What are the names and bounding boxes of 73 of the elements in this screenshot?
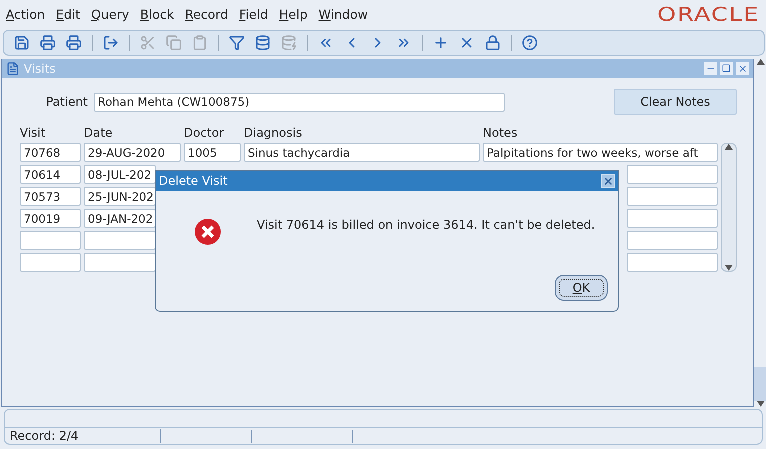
- menu-item[interactable]: Query: [91, 7, 130, 22]
- printer-icon: [40, 35, 56, 51]
- window-title: Visits: [24, 62, 56, 76]
- save-icon: [14, 35, 30, 51]
- table-cell[interactable]: 25-JUN-202: [84, 187, 156, 206]
- exit-icon: [103, 35, 119, 51]
- scroll-up-icon[interactable]: [756, 59, 764, 65]
- logo: ORACLE: [658, 4, 760, 26]
- table-cell[interactable]: Palpitations for two weeks, worse aft: [483, 143, 718, 162]
- table-cell[interactable]: [84, 253, 156, 272]
- clipboard-icon: [192, 35, 208, 51]
- table-cell[interactable]: 1005: [184, 143, 241, 162]
- help-button[interactable]: [520, 33, 540, 53]
- scroll-up-icon[interactable]: [725, 144, 733, 150]
- table-cell[interactable]: 70019: [20, 209, 81, 228]
- close-icon: [738, 64, 748, 74]
- menu-item[interactable]: Field: [239, 7, 268, 22]
- error-message: Visit 70614 is billed on invoice 3614. It can't be deleted.: [257, 218, 596, 232]
- patient-label: Patient: [45, 95, 89, 109]
- table-cell[interactable]: [627, 231, 718, 250]
- column-header: Notes: [483, 126, 519, 140]
- close-button[interactable]: [601, 174, 615, 188]
- error-icon: [194, 218, 222, 246]
- table-cell[interactable]: [20, 231, 81, 250]
- table-cell[interactable]: 08-JUL-202: [84, 165, 156, 184]
- table-cell[interactable]: [627, 187, 718, 206]
- table-cell[interactable]: [627, 165, 718, 184]
- minimize-button[interactable]: [704, 62, 717, 75]
- maximize-button[interactable]: [720, 62, 733, 75]
- form-icon: [6, 62, 20, 76]
- scrollbar[interactable]: [754, 59, 766, 407]
- copy-icon: [166, 35, 182, 51]
- database-icon: [281, 35, 297, 51]
- table-cell[interactable]: 70614: [20, 165, 81, 184]
- close-icon: [602, 176, 614, 186]
- scrollbar[interactable]: [721, 143, 737, 272]
- menu-item[interactable]: Action: [6, 7, 46, 22]
- menu-item[interactable]: Help: [279, 7, 308, 22]
- menu-item[interactable]: Record: [185, 7, 228, 22]
- database-icon: [255, 35, 271, 51]
- close-button[interactable]: [736, 62, 749, 75]
- clear-notes-button[interactable]: Clear Notes: [614, 89, 737, 115]
- table-cell[interactable]: 29-AUG-2020: [84, 143, 181, 162]
- scrollbar-thumb[interactable]: [754, 367, 766, 401]
- record-status: Record: 2/4: [5, 429, 161, 443]
- table-cell[interactable]: 70768: [20, 143, 81, 162]
- table-cell[interactable]: Sinus tachycardia: [244, 143, 480, 162]
- maximize-icon: [722, 64, 731, 73]
- plus-icon: [433, 35, 449, 51]
- patient-field[interactable]: Rohan Mehta (CW100875): [94, 92, 505, 112]
- column-header: Diagnosis: [244, 126, 304, 140]
- help-icon: [522, 35, 538, 51]
- menu-item[interactable]: Window: [318, 7, 368, 22]
- menu-item[interactable]: Block: [140, 7, 174, 22]
- menu-item[interactable]: Edit: [56, 7, 80, 22]
- table-cell[interactable]: [627, 253, 718, 272]
- lock-icon: [485, 35, 501, 51]
- ok-button[interactable]: OK: [555, 275, 608, 301]
- table-cell[interactable]: 09-JAN-202: [84, 209, 156, 228]
- printer-button[interactable]: [38, 33, 58, 53]
- scroll-down-icon[interactable]: [725, 265, 733, 271]
- table-cell[interactable]: [20, 253, 81, 272]
- printer-button[interactable]: [64, 33, 84, 53]
- column-header: Date: [84, 126, 114, 140]
- table-cell[interactable]: [627, 209, 718, 228]
- table-cell[interactable]: [84, 231, 156, 250]
- filter-icon: [229, 35, 245, 51]
- table-cell[interactable]: 70573: [20, 187, 81, 206]
- dialog-title: Delete Visit: [159, 174, 228, 188]
- column-header: Doctor: [184, 126, 226, 140]
- printer-icon: [66, 35, 82, 51]
- column-header: Visit: [20, 126, 47, 140]
- scissors-icon: [140, 35, 156, 51]
